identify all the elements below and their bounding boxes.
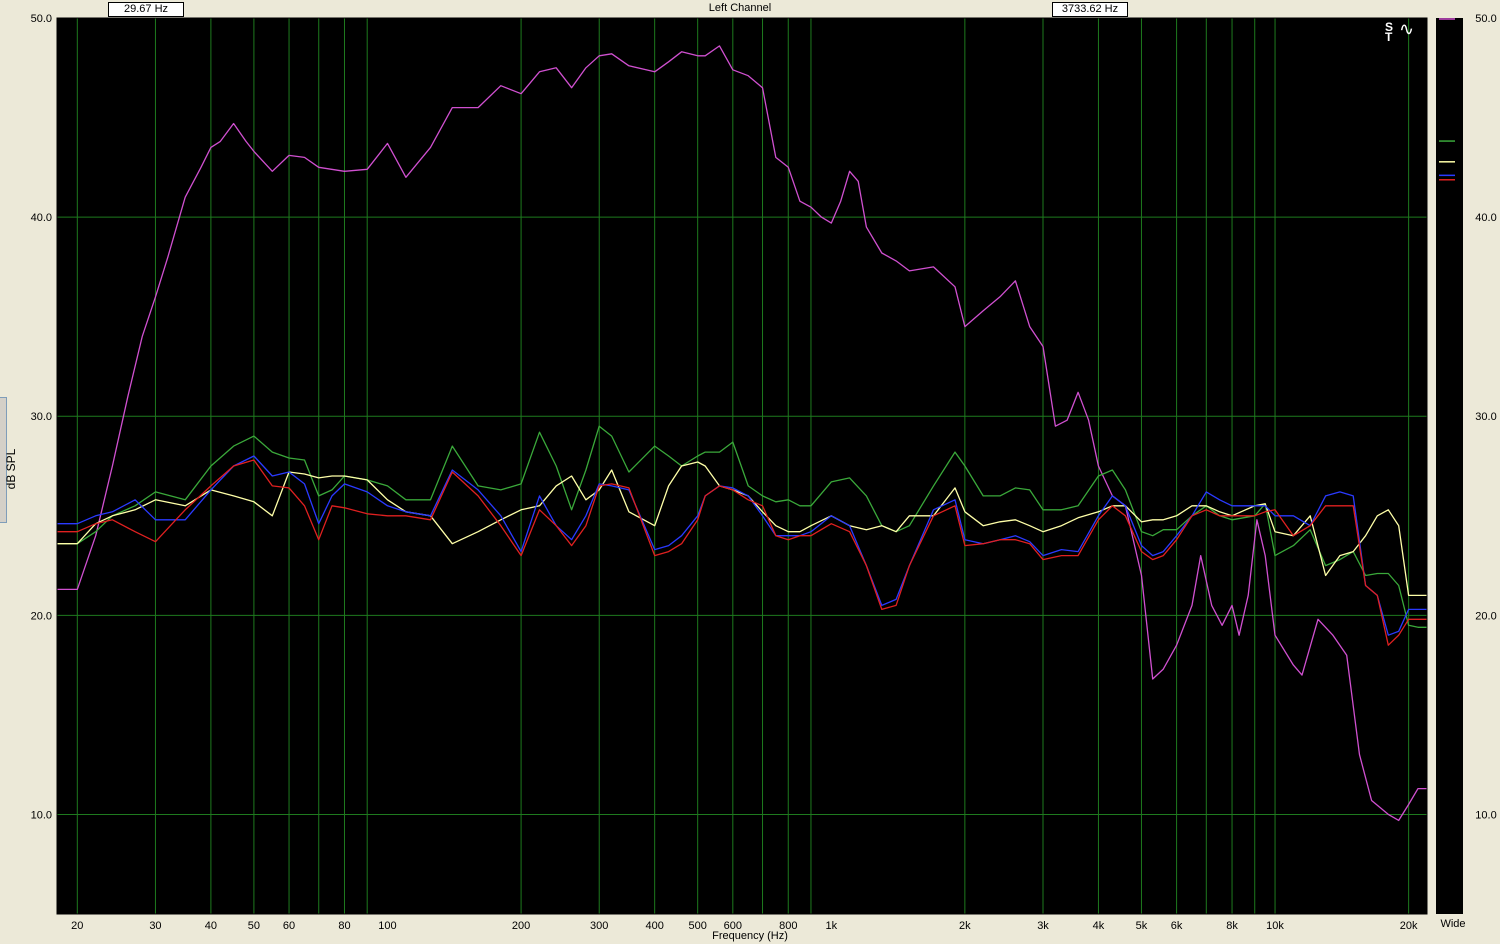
x-tick-label: 20 (71, 920, 83, 932)
x-tick-label: 3k (1037, 920, 1049, 932)
x-tick-label: 60 (283, 920, 295, 932)
y-tick-label: 50.0 (31, 13, 52, 25)
x-tick-label: 300 (590, 920, 608, 932)
y-tick-label-right: 40.0 (1475, 212, 1496, 224)
x-tick-label: 6k (1171, 920, 1183, 932)
wide-label[interactable]: Wide (1436, 918, 1470, 930)
x-tick-label: 2k (959, 920, 971, 932)
y-tick-label-right: 30.0 (1475, 411, 1496, 423)
y-tick-label: 10.0 (31, 809, 52, 821)
y-tick-label: 40.0 (31, 212, 52, 224)
x-tick-label: 8k (1226, 920, 1238, 932)
x-axis-label: Frequency (Hz) (712, 930, 788, 942)
x-tick-label: 200 (512, 920, 530, 932)
y-axis-label: dB SPL (4, 448, 18, 490)
x-tick-label: 10k (1266, 920, 1284, 932)
x-tick-label: 4k (1093, 920, 1105, 932)
x-tick-label: 20k (1400, 920, 1418, 932)
right-strip-divider (1436, 18, 1437, 914)
y-tick-label: 30.0 (31, 411, 52, 423)
y-tick-label-right: 50.0 (1475, 13, 1496, 25)
x-tick-label: 5k (1136, 920, 1148, 932)
x-tick-label: 100 (378, 920, 396, 932)
x-tick-label: 50 (248, 920, 260, 932)
y-tick-label-right: 20.0 (1475, 610, 1496, 622)
x-tick-label: 40 (205, 920, 217, 932)
y-tick-label-right: 10.0 (1475, 809, 1496, 821)
x-tick-label: 30 (149, 920, 161, 932)
frequency-response-plot[interactable]: 10.0 20.0 30.0 40.0 50.0 10.0 20.0 30.0 40.0 50.… (0, 0, 1500, 944)
sweep-sine-icon[interactable]: S T ∿ (1385, 20, 1425, 44)
right-level-strip (1437, 18, 1463, 914)
y-tick-label: 20.0 (31, 610, 52, 622)
x-tick-label: 80 (338, 920, 350, 932)
